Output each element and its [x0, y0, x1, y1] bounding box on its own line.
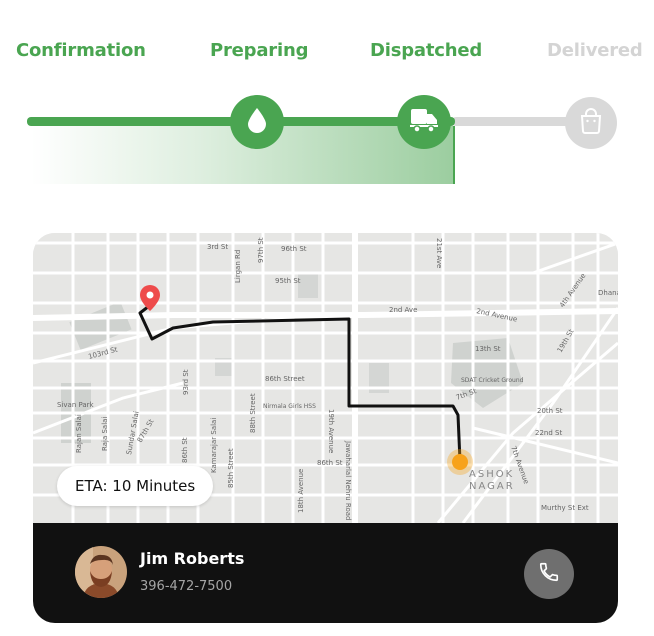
- svg-text:ASHOK: ASHOK: [469, 469, 514, 480]
- courier-location-icon: [447, 449, 473, 475]
- map-label: Raja Salai: [101, 417, 109, 451]
- step-label-preparing: Preparing: [210, 40, 309, 61]
- map-label: 96th St: [281, 245, 307, 253]
- order-progress: Confirmation Preparing Dispatched Delive…: [0, 0, 654, 200]
- delivery-tracking-card: 3rd St 96th St 95th St 97th St Lirgan Rd…: [33, 233, 618, 623]
- map-label: 18th Avenue: [297, 469, 305, 513]
- map-label: 19th Avenue: [327, 409, 335, 453]
- map-label: 13th St: [475, 345, 501, 353]
- driver-name: Jim Roberts: [140, 549, 245, 568]
- map-label: 95th St: [275, 277, 301, 285]
- map-label: Dhana: [598, 289, 618, 297]
- map-label: SDAT Cricket Ground: [461, 377, 524, 384]
- step-node-delivered: [565, 97, 617, 149]
- map-label: Nirmala Girls HSS: [263, 403, 316, 410]
- map-label: 93rd St: [182, 369, 190, 395]
- map-label: 3rd St: [207, 243, 228, 251]
- map-label: 86th Street: [265, 375, 305, 383]
- map-label: Sivan Park: [57, 401, 95, 409]
- map-label: 86th St: [317, 459, 343, 467]
- step-node-dispatched: [397, 95, 451, 149]
- map-neighborhood-label: ASHOK NAGAR: [469, 469, 515, 492]
- call-driver-button[interactable]: [524, 549, 574, 599]
- step-label-dispatched: Dispatched: [370, 40, 483, 61]
- map-label: 21st Ave: [435, 238, 443, 268]
- map-label: Lirgan Rd: [234, 250, 242, 283]
- map-label: 97th St: [257, 237, 265, 263]
- map-label: 2nd Ave: [389, 306, 417, 314]
- shopping-bag-icon: [579, 108, 603, 138]
- map-label: Murthy St Ext: [541, 504, 589, 512]
- step-label-confirmation: Confirmation: [16, 40, 146, 61]
- svg-text:NAGAR: NAGAR: [469, 481, 515, 492]
- step-node-preparing: [230, 95, 284, 149]
- map-label: 86th St: [181, 437, 189, 463]
- map-label: 85th Street: [227, 448, 235, 488]
- map-label: Rajan Salai: [75, 414, 83, 453]
- phone-icon: [538, 561, 560, 587]
- driver-phone: 396-472-7500: [140, 579, 233, 594]
- map-label: 22nd St: [535, 429, 562, 437]
- map-label: Jawaharlal Nehru Road: [344, 440, 352, 520]
- map-label: 88th Street: [249, 393, 257, 433]
- eta-badge: ETA: 10 Minutes: [57, 466, 214, 506]
- map-label: 20th St: [537, 407, 563, 415]
- map-label: Kamarajar Salai: [210, 418, 218, 473]
- driver-avatar: [75, 546, 127, 598]
- truck-icon: [410, 107, 438, 137]
- step-label-delivered: Delivered: [547, 40, 643, 61]
- driver-info-bar: Jim Roberts 396-472-7500: [33, 523, 618, 623]
- droplet-icon: [246, 107, 268, 137]
